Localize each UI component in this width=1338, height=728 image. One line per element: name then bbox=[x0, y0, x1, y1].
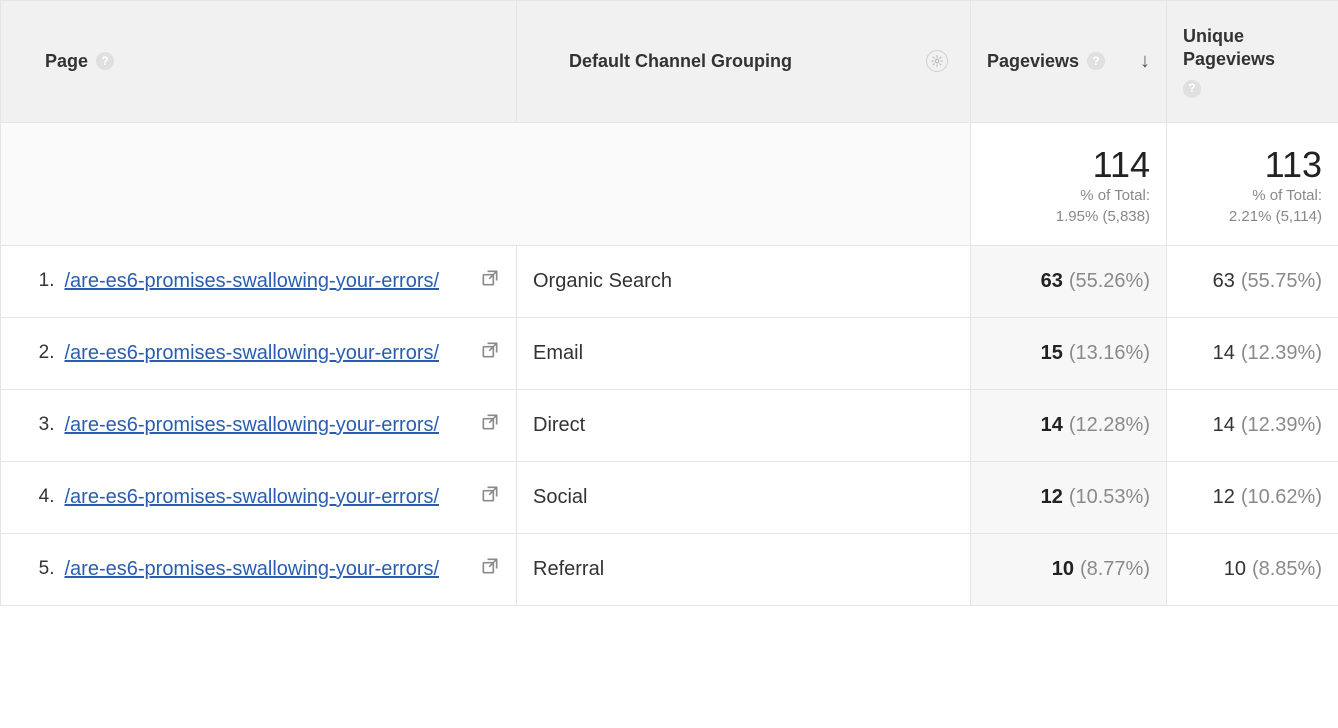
page-link[interactable]: /are-es6-promises-swallowing-your-errors… bbox=[65, 556, 471, 583]
open-external-icon[interactable] bbox=[480, 268, 500, 294]
help-icon[interactable]: ? bbox=[1183, 80, 1201, 98]
page-link[interactable]: /are-es6-promises-swallowing-your-errors… bbox=[65, 412, 471, 439]
sort-desc-icon[interactable]: ↓ bbox=[1140, 50, 1150, 73]
summary-pageviews-total: 114 bbox=[987, 145, 1150, 185]
row-channel: Email bbox=[517, 317, 971, 389]
row-channel: Social bbox=[517, 461, 971, 533]
col-header-unique-pageviews-label: Unique Pageviews bbox=[1183, 25, 1322, 72]
row-pageviews: 63(55.26%) bbox=[971, 245, 1167, 317]
page-link[interactable]: /are-es6-promises-swallowing-your-errors… bbox=[65, 268, 471, 295]
row-pageviews: 10(8.77%) bbox=[971, 533, 1167, 605]
row-pageviews: 15(13.16%) bbox=[971, 317, 1167, 389]
row-index: 2. bbox=[1, 317, 61, 389]
row-unique-pageviews: 10(8.85%) bbox=[1167, 533, 1338, 605]
row-channel: Referral bbox=[517, 533, 971, 605]
page-link[interactable]: /are-es6-promises-swallowing-your-errors… bbox=[65, 340, 471, 367]
summary-unique-pageviews-pct-label: % of Total: bbox=[1252, 187, 1322, 204]
row-index: 5. bbox=[1, 533, 61, 605]
summary-pageviews-pct: 1.95% (5,838) bbox=[1056, 208, 1150, 225]
help-icon[interactable]: ? bbox=[96, 52, 114, 70]
row-index: 1. bbox=[1, 245, 61, 317]
open-external-icon[interactable] bbox=[480, 556, 500, 582]
col-header-page[interactable]: Page ? bbox=[1, 1, 517, 123]
table-header-row: Page ? Default Channel Grouping bbox=[1, 1, 1338, 123]
table-row: 4./are-es6-promises-swallowing-your-erro… bbox=[1, 461, 1338, 533]
channel-config-icon[interactable] bbox=[926, 50, 948, 72]
table-row: 2./are-es6-promises-swallowing-your-erro… bbox=[1, 317, 1338, 389]
row-unique-pageviews: 14(12.39%) bbox=[1167, 389, 1338, 461]
summary-unique-pageviews-total: 113 bbox=[1183, 145, 1322, 185]
row-page-cell: /are-es6-promises-swallowing-your-errors… bbox=[61, 245, 517, 317]
row-pageviews: 12(10.53%) bbox=[971, 461, 1167, 533]
row-pageviews: 14(12.28%) bbox=[971, 389, 1167, 461]
summary-unique-pageviews-pct: 2.21% (5,114) bbox=[1229, 208, 1322, 225]
summary-spacer bbox=[1, 122, 971, 245]
row-channel: Organic Search bbox=[517, 245, 971, 317]
table-row: 3./are-es6-promises-swallowing-your-erro… bbox=[1, 389, 1338, 461]
col-header-channel-label: Default Channel Grouping bbox=[569, 51, 792, 72]
row-index: 3. bbox=[1, 389, 61, 461]
summary-pageviews-pct-label: % of Total: bbox=[1080, 187, 1150, 204]
page-link[interactable]: /are-es6-promises-swallowing-your-errors… bbox=[65, 484, 471, 511]
row-page-cell: /are-es6-promises-swallowing-your-errors… bbox=[61, 389, 517, 461]
row-page-cell: /are-es6-promises-swallowing-your-errors… bbox=[61, 461, 517, 533]
row-unique-pageviews: 63(55.75%) bbox=[1167, 245, 1338, 317]
col-header-pageviews[interactable]: Pageviews ? ↓ bbox=[971, 1, 1167, 123]
analytics-table: Page ? Default Channel Grouping bbox=[0, 0, 1338, 606]
open-external-icon[interactable] bbox=[480, 412, 500, 438]
row-unique-pageviews: 12(10.62%) bbox=[1167, 461, 1338, 533]
table-row: 1./are-es6-promises-swallowing-your-erro… bbox=[1, 245, 1338, 317]
table-row: 5./are-es6-promises-swallowing-your-erro… bbox=[1, 533, 1338, 605]
open-external-icon[interactable] bbox=[480, 484, 500, 510]
help-icon[interactable]: ? bbox=[1087, 52, 1105, 70]
row-page-cell: /are-es6-promises-swallowing-your-errors… bbox=[61, 533, 517, 605]
summary-pageviews: 114 % of Total: 1.95% (5,838) bbox=[971, 122, 1167, 245]
col-header-pageviews-label: Pageviews bbox=[987, 50, 1079, 73]
row-channel: Direct bbox=[517, 389, 971, 461]
row-page-cell: /are-es6-promises-swallowing-your-errors… bbox=[61, 317, 517, 389]
col-header-unique-pageviews[interactable]: Unique Pageviews ? bbox=[1167, 1, 1338, 123]
summary-row: 114 % of Total: 1.95% (5,838) 113 % of T… bbox=[1, 122, 1338, 245]
row-unique-pageviews: 14(12.39%) bbox=[1167, 317, 1338, 389]
col-header-page-label: Page bbox=[45, 51, 88, 72]
row-index: 4. bbox=[1, 461, 61, 533]
summary-unique-pageviews: 113 % of Total: 2.21% (5,114) bbox=[1167, 122, 1338, 245]
open-external-icon[interactable] bbox=[480, 340, 500, 366]
col-header-channel[interactable]: Default Channel Grouping bbox=[517, 1, 971, 123]
